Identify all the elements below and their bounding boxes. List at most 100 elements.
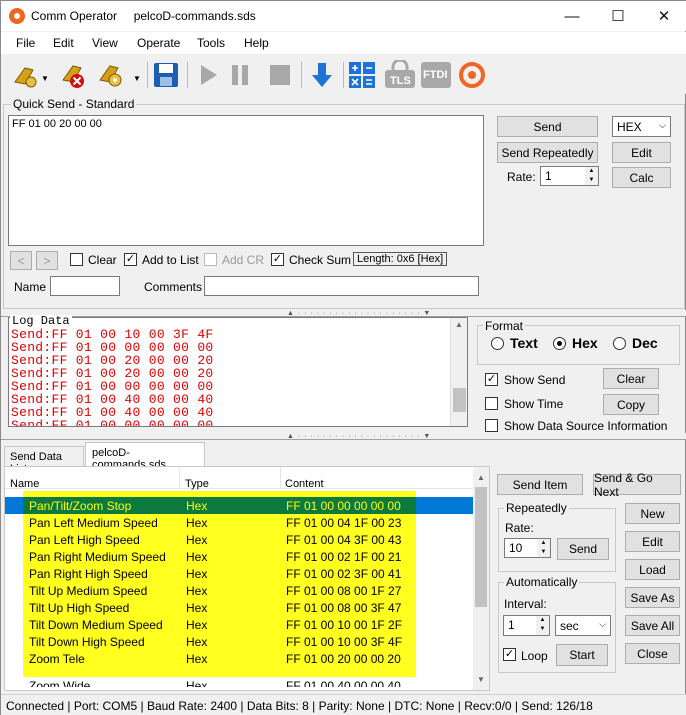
tls-icon[interactable]: TLS — [383, 60, 417, 90]
calc-button[interactable]: Calc — [612, 167, 671, 188]
table-row[interactable]: Pan Left High Speed Hex FF 01 00 04 3F 00 … — [6, 531, 472, 548]
app-logo-icon — [9, 8, 25, 24]
maximize-button[interactable]: ☐ — [595, 1, 641, 31]
menu-operate[interactable]: Operate — [137, 36, 180, 50]
download-icon[interactable] — [307, 60, 337, 90]
status-text: Connected | Port: COM5 | Baud Rate: 2400… — [6, 699, 593, 713]
clear-checkbox[interactable] — [70, 253, 83, 266]
scroll-up-icon[interactable]: ▲ — [477, 473, 485, 482]
tab-pelcod-commands[interactable]: pelcoD-commands.sds — [85, 442, 205, 471]
menu-help[interactable]: Help — [244, 36, 269, 50]
row-name: Pan/Tilt/Zoom Stop — [29, 499, 132, 513]
table-row[interactable]: Tilt Up High Speed Hex FF 01 00 08 00 3F 4… — [6, 599, 472, 616]
interval-unit-select[interactable]: sec ⌵ — [555, 615, 611, 636]
interval-unit-value: sec — [560, 618, 579, 633]
show-source-checkbox[interactable] — [485, 419, 498, 432]
menu-edit[interactable]: Edit — [53, 36, 74, 50]
show-time-label: Show Time — [504, 397, 564, 411]
list-send-button[interactable]: Send — [557, 538, 609, 560]
log-area[interactable]: Send:FF 01 00 10 00 3F 4F Send:FF 01 00 … — [8, 317, 468, 427]
name-input[interactable] — [50, 276, 120, 296]
table-row[interactable]: Tilt Down Medium Speed Hex FF 01 00 10 00 … — [6, 616, 472, 633]
play-icon[interactable] — [193, 60, 223, 90]
interval-spinner[interactable]: ▲ ▼ — [536, 616, 549, 635]
calculator-icon[interactable] — [347, 60, 377, 90]
start-button[interactable]: Start — [556, 644, 608, 666]
prev-button[interactable]: < — [10, 251, 32, 270]
name-label: Name — [14, 280, 47, 294]
list-scrollbar[interactable]: ▲ ▼ — [473, 467, 489, 690]
new-button[interactable]: New — [625, 503, 680, 524]
menu-file[interactable]: File — [16, 36, 35, 50]
save-all-button[interactable]: Save All — [625, 615, 680, 636]
row-type: Hex — [186, 679, 208, 687]
stop-icon[interactable] — [265, 60, 295, 90]
format-select[interactable]: HEX ⌵ — [612, 116, 671, 137]
disconnect-icon[interactable] — [59, 60, 89, 90]
table-row[interactable]: Pan Left Medium Speed Hex FF 01 00 04 1F 0… — [6, 514, 472, 531]
log-clear-button[interactable]: Clear — [603, 368, 659, 389]
scroll-thumb[interactable] — [453, 388, 466, 412]
clear-label: Clear — [88, 253, 117, 267]
row-name: Pan Right High Speed — [29, 567, 148, 581]
menu-tools[interactable]: Tools — [197, 36, 225, 50]
format-dec-radio[interactable] — [613, 337, 626, 350]
row-type: Hex — [186, 652, 208, 666]
scroll-thumb[interactable] — [475, 487, 487, 607]
send-item-button[interactable]: Send Item — [497, 474, 583, 495]
save-icon[interactable] — [151, 60, 181, 90]
list-edit-button[interactable]: Edit — [625, 531, 680, 552]
format-text-radio[interactable] — [491, 337, 504, 350]
add-cr-checkbox[interactable] — [204, 253, 217, 266]
table-row[interactable]: Pan/Tilt/Zoom Stop Hex FF 01 00 00 00 00 0… — [6, 497, 472, 514]
format-text-label: Text — [510, 335, 538, 351]
connect-icon[interactable] — [11, 60, 41, 90]
send-button[interactable]: Send — [497, 116, 598, 137]
toolbar-separator — [187, 62, 188, 88]
quick-send-textarea[interactable]: FF 01 00 20 00 00 — [8, 115, 484, 246]
table-row[interactable]: Zoom Tele Hex FF 01 00 20 00 00 20 — [6, 650, 472, 667]
send-go-next-button[interactable]: Send & Go Next — [593, 471, 681, 499]
status-bar: Connected | Port: COM5 | Baud Rate: 2400… — [1, 694, 686, 715]
show-send-checkbox[interactable]: ✓ — [485, 373, 498, 386]
rate-spinner[interactable]: ▲ ▼ — [585, 167, 598, 185]
list-close-button[interactable]: Close — [625, 643, 680, 664]
table-row[interactable]: Zoom Wide Hex FF 01 00 40 00 00 40 — [6, 667, 472, 687]
format-title: Format — [483, 319, 526, 333]
scroll-down-icon[interactable]: ▼ — [477, 675, 485, 684]
load-button[interactable]: Load — [625, 559, 680, 580]
check-sum-checkbox[interactable]: ✓ — [271, 253, 284, 266]
show-time-checkbox[interactable] — [485, 397, 498, 410]
close-button[interactable]: ✕ — [641, 1, 686, 31]
tab-send-data-list[interactable]: Send Data List — [4, 446, 84, 475]
add-to-list-checkbox[interactable]: ✓ — [124, 253, 137, 266]
minimize-button[interactable]: — — [549, 1, 595, 31]
settings-dropdown-icon[interactable]: ▼ — [133, 74, 141, 83]
scroll-up-icon[interactable]: ▲ — [455, 320, 463, 329]
column-type[interactable]: Type — [185, 478, 209, 490]
table-row[interactable]: Pan Right Medium Speed Hex FF 01 00 02 1F … — [6, 548, 472, 565]
log-scrollbar[interactable]: ▲ — [450, 318, 467, 426]
edit-button[interactable]: Edit — [612, 142, 671, 163]
loop-checkbox[interactable]: ✓ — [503, 648, 516, 661]
list-rate-spinner[interactable]: ▲ ▼ — [537, 539, 550, 557]
column-content[interactable]: Content — [285, 478, 324, 490]
comments-input[interactable] — [204, 276, 479, 296]
table-row[interactable]: Tilt Up Medium Speed Hex FF 01 00 08 00 1F… — [6, 582, 472, 599]
ftdi-icon[interactable]: FTDI — [419, 60, 453, 90]
automatically-title: Automatically — [504, 575, 580, 589]
pause-icon[interactable] — [225, 60, 255, 90]
connect-dropdown-icon[interactable]: ▼ — [41, 74, 49, 83]
send-repeatedly-button[interactable]: Send Repeatedly — [497, 142, 598, 163]
save-as-button[interactable]: Save As — [625, 587, 680, 608]
table-row[interactable]: Tilt Down High Speed Hex FF 01 00 10 00 3F… — [6, 633, 472, 650]
settings-icon[interactable] — [96, 60, 126, 90]
table-row[interactable]: Pan Right High Speed Hex FF 01 00 02 3F 00… — [6, 565, 472, 582]
logo-icon[interactable] — [457, 60, 487, 90]
log-copy-button[interactable]: Copy — [603, 394, 659, 415]
row-type: Hex — [186, 618, 208, 632]
column-name[interactable]: Name — [10, 478, 39, 490]
menu-view[interactable]: View — [92, 36, 118, 50]
format-hex-radio[interactable] — [553, 337, 566, 350]
next-button[interactable]: > — [36, 251, 58, 270]
